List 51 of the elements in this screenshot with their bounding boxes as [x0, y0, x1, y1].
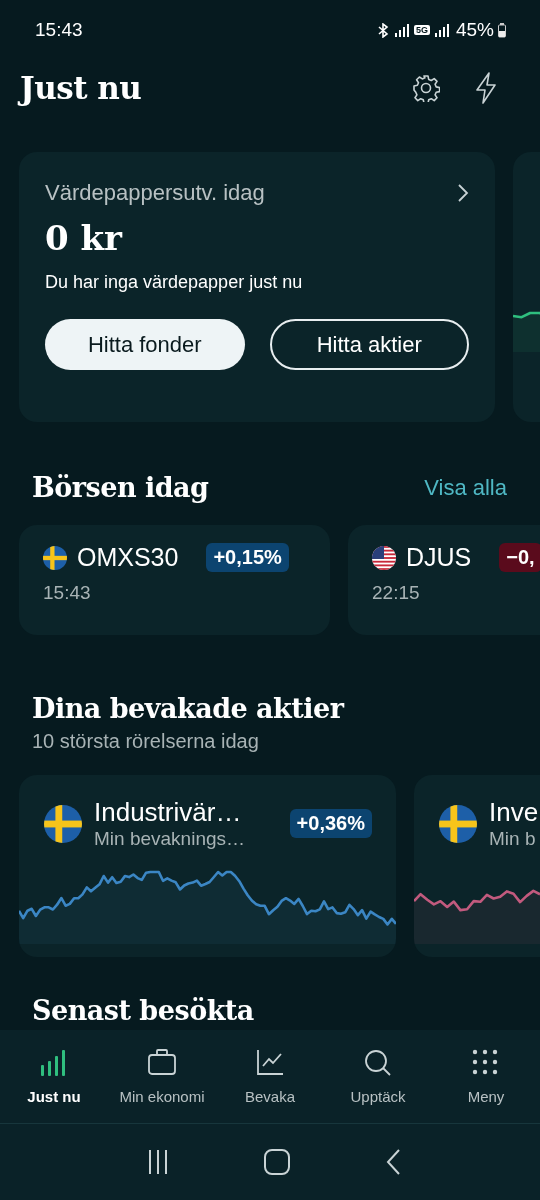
section-title: Dina bevakade aktier — [32, 693, 344, 724]
index-name: OMXS30 — [77, 543, 179, 572]
amount-value: 0 kr — [45, 218, 124, 258]
find-button[interactable]: Hitta aktier — [269, 319, 469, 370]
card-title: Värdepappersutv. idag — [45, 180, 265, 206]
section-title: Senast besökta — [31, 995, 255, 1026]
stock-name: Inve — [489, 797, 540, 828]
stock-name: Industrivär… — [94, 797, 243, 828]
recent-apps-icon[interactable] — [148, 1149, 168, 1175]
sweden-flag-icon — [439, 804, 477, 843]
section-subtitle: 10 största rörelserna idag — [32, 730, 259, 753]
section-title: Börsen idag — [32, 472, 209, 503]
back-icon[interactable] — [386, 1149, 402, 1175]
chart-area — [513, 313, 540, 352]
line-chart-icon — [255, 1048, 285, 1078]
index-time: 22:15 — [372, 582, 421, 604]
index-card[interactable]: DJUS −0, 22:15 — [348, 525, 540, 635]
search-icon — [363, 1048, 393, 1078]
index-card[interactable]: OMXS30 +0,15% 15:43 — [19, 525, 330, 635]
lightning-icon[interactable] — [474, 72, 498, 104]
sweden-flag-icon — [43, 545, 67, 570]
stock-card[interactable]: Industrivär… Min bevaknings… +0,36% — [19, 775, 396, 957]
change-badge: −0, — [499, 543, 540, 572]
change-badge: +0,36% — [289, 809, 372, 838]
sweden-flag-icon — [44, 804, 82, 843]
signal-icon — [433, 22, 450, 38]
battery-percent: 45% — [455, 19, 494, 41]
change-badge: +0,15% — [206, 543, 289, 572]
watchlist-name: Min bevaknings… — [94, 828, 247, 850]
find-button[interactable]: Hitta fonder — [45, 319, 245, 370]
nav-tab[interactable]: Min ekonomi — [108, 1030, 216, 1123]
index-time: 15:43 — [43, 582, 92, 604]
signal-icon — [393, 22, 410, 38]
chevron-right-icon[interactable] — [457, 183, 469, 203]
summary-card[interactable]: Värdepappersutv. idag 0 kr Du har inga värdepapper just nu Hitta fonder Hitta aktier — [19, 152, 495, 422]
watchlist-name: Min b — [489, 828, 537, 850]
nav-tab[interactable]: Just nu — [0, 1030, 108, 1123]
view-all-link[interactable]: Visa alla — [424, 474, 507, 501]
usa-flag-icon — [372, 545, 396, 570]
briefcase-icon — [147, 1048, 177, 1078]
status-time: 15:43 — [35, 19, 83, 41]
network-badge: 5G — [413, 25, 430, 35]
nav-tab[interactable]: Bevaka — [216, 1030, 324, 1123]
nav-tab[interactable]: Meny — [432, 1030, 540, 1123]
battery-icon — [498, 22, 506, 38]
home-icon[interactable] — [264, 1149, 290, 1175]
nav-tab[interactable]: Upptäck — [324, 1030, 432, 1123]
settings-icon[interactable] — [412, 74, 440, 102]
empty-message: Du har inga värdepapper just nu — [45, 272, 304, 293]
index-name: DJUS — [406, 543, 472, 572]
stock-card[interactable]: Inve Min b — [414, 775, 540, 957]
